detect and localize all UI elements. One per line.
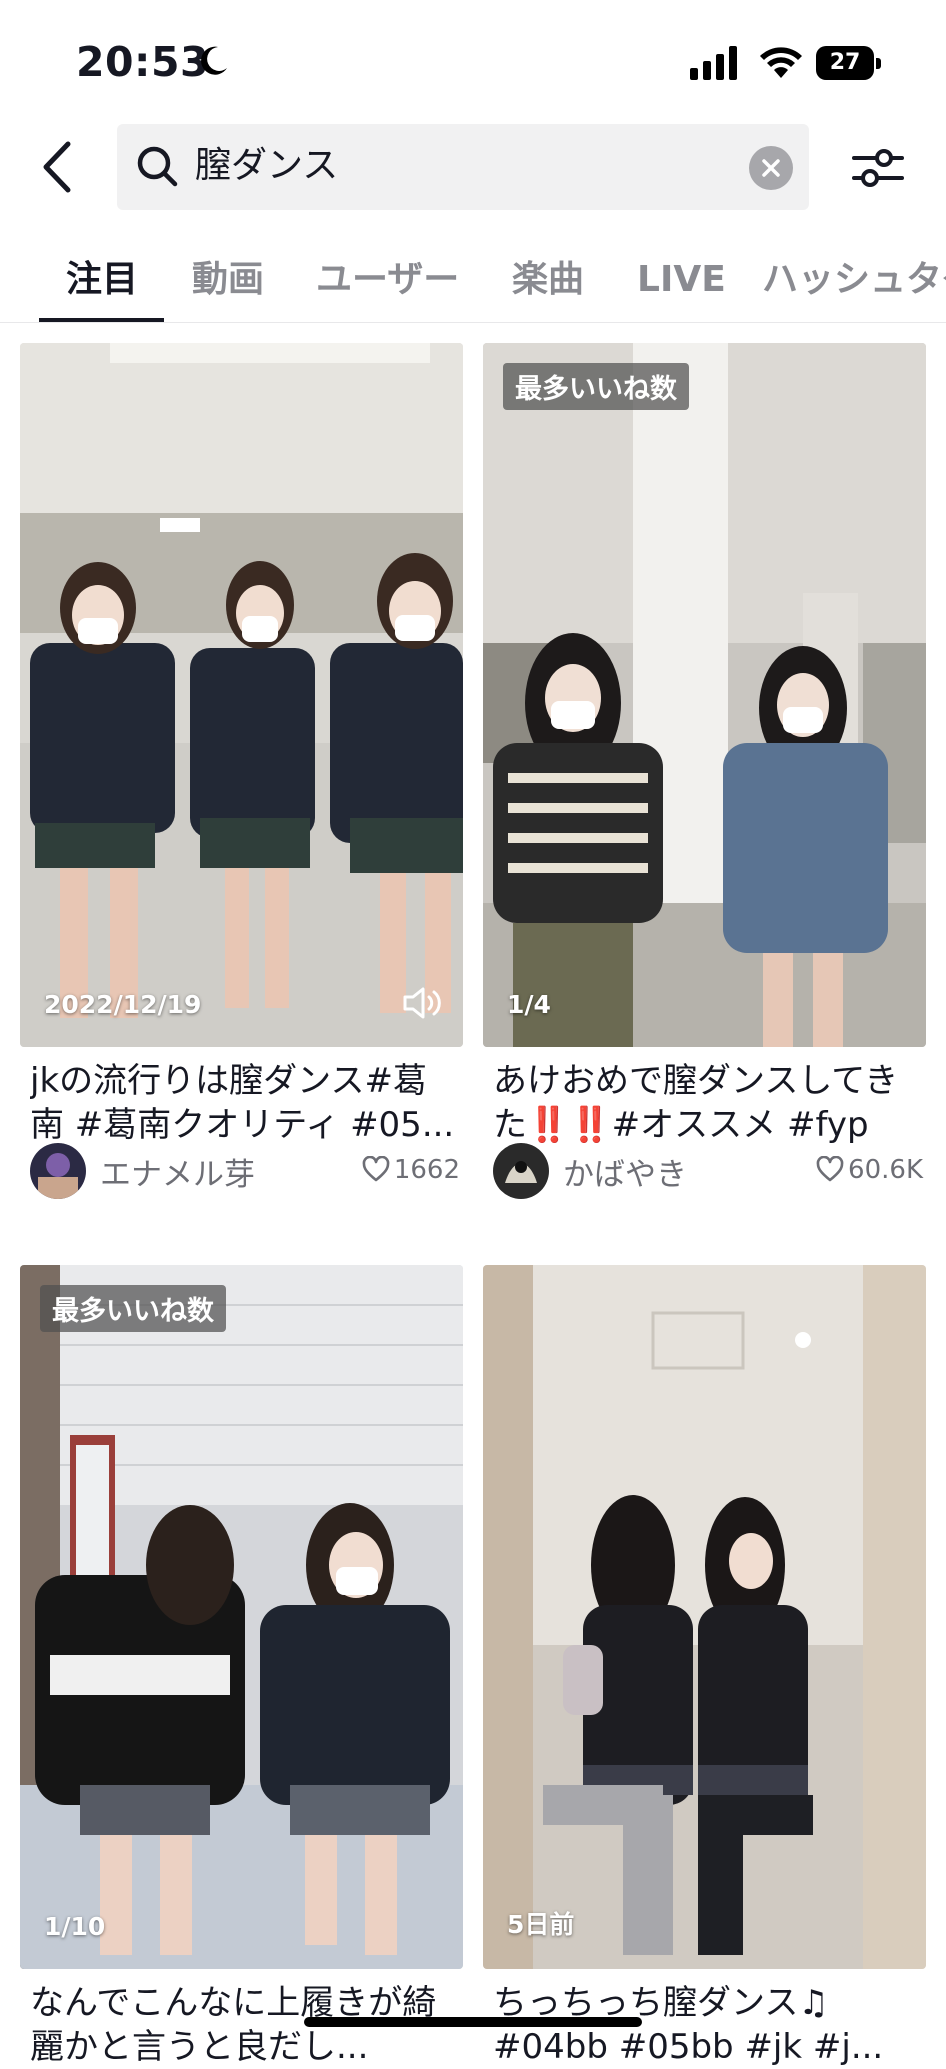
search-query: 膣ダンス	[195, 145, 339, 186]
battery-level: 27	[816, 46, 874, 80]
search-input[interactable]: 膣ダンス	[117, 124, 809, 210]
post-date: 5日前	[507, 1910, 575, 1939]
post-date: 2022/12/19	[44, 990, 202, 1019]
like-count-value: 60.6K	[848, 1155, 923, 1185]
back-arrow-icon[interactable]	[28, 128, 84, 206]
cellular-signal-icon	[690, 46, 737, 80]
author-row[interactable]: かばやき 60.6K	[493, 1143, 923, 1201]
tab-top[interactable]: 注目	[66, 250, 138, 310]
most-liked-badge: 最多いいね数	[503, 363, 689, 410]
video-caption[interactable]: jkの流行りは膣ダンス#葛南 #葛南クオリティ #05...	[30, 1059, 460, 1147]
tab-live[interactable]: LIVE	[637, 250, 726, 310]
photo-count: 1/4	[507, 990, 551, 1019]
video-card[interactable]: 5日前 ちっちっち膣ダンス♫ #04bb #05bb #jk #j...	[483, 1265, 926, 2067]
video-caption[interactable]: あけおめで膣ダンスしてきた‼️‼️#オススメ #fyp	[493, 1059, 923, 1147]
like-count: 60.6K	[816, 1155, 923, 1185]
video-thumbnail[interactable]: 最多いいね数 1/4	[483, 343, 926, 1047]
video-thumbnail[interactable]: 5日前	[483, 1265, 926, 1969]
status-time: 20:53	[76, 38, 210, 86]
wifi-icon	[760, 47, 802, 78]
close-icon	[762, 159, 780, 177]
author-row[interactable]: エナメル芽 1662	[30, 1143, 460, 1201]
tab-hashtags[interactable]: ハッシュタグ	[762, 250, 946, 310]
moon-icon	[201, 46, 227, 75]
video-thumbnail-image	[20, 343, 463, 1047]
active-tab-indicator	[39, 318, 164, 322]
tab-videos[interactable]: 動画	[192, 250, 264, 310]
video-thumbnail[interactable]: 最多いいね数 1/10	[20, 1265, 463, 1969]
avatar[interactable]	[493, 1143, 549, 1199]
filter-sliders-icon[interactable]	[846, 136, 910, 200]
video-card[interactable]: 2022/12/19 jkの流行りは膣ダンス#葛南 #葛南クオリティ #05..…	[20, 343, 463, 1199]
sound-icon[interactable]	[401, 983, 445, 1023]
avatar[interactable]	[30, 1143, 86, 1199]
author-name[interactable]: かばやき	[563, 1149, 687, 1194]
video-thumbnail[interactable]: 2022/12/19	[20, 343, 463, 1047]
like-count: 1662	[362, 1155, 460, 1185]
search-tabs: 注目 動画 ユーザー 楽曲 LIVE ハッシュタグ	[0, 240, 946, 323]
status-bar: 20:53 27	[0, 0, 946, 118]
video-thumbnail-image	[483, 1265, 926, 1969]
video-thumbnail-image	[20, 1265, 463, 1969]
like-count-value: 1662	[393, 1155, 460, 1185]
tab-sounds[interactable]: 楽曲	[512, 250, 584, 310]
heart-icon	[362, 1156, 390, 1182]
battery-icon: 27	[816, 46, 881, 80]
clear-search-button[interactable]	[749, 146, 793, 190]
search-icon	[137, 146, 178, 187]
tab-users[interactable]: ユーザー	[316, 250, 459, 310]
most-liked-badge: 最多いいね数	[40, 1285, 226, 1332]
video-card[interactable]: 最多いいね数 1/4 あけおめで膣ダンスしてきた‼️‼️#オススメ #fyp か…	[483, 343, 926, 1199]
heart-icon	[816, 1156, 844, 1182]
author-name[interactable]: エナメル芽	[100, 1149, 255, 1194]
video-card[interactable]: 最多いいね数 1/10 なんでこんなに上履きが綺麗かと言うと良だし...	[20, 1265, 463, 2067]
home-indicator	[304, 2017, 642, 2027]
double-exclamation-emoji: ‼️‼️	[527, 1105, 612, 1145]
photo-count: 1/10	[44, 1912, 106, 1941]
video-thumbnail-image	[483, 343, 926, 1047]
